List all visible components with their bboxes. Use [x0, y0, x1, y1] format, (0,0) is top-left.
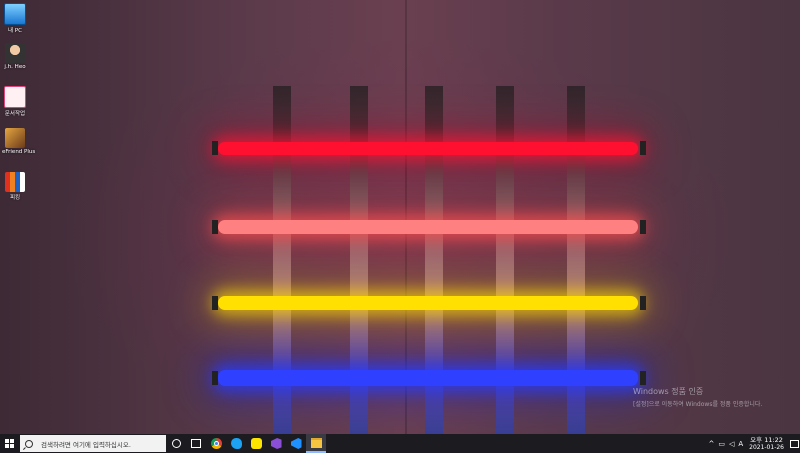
tube-bracket	[640, 141, 646, 155]
notification-icon	[789, 439, 799, 448]
action-center-button[interactable]	[788, 434, 800, 453]
speaker-icon[interactable]: ◁	[729, 440, 734, 448]
visual-studio-icon	[270, 438, 282, 449]
tube-bracket	[212, 141, 218, 155]
clock-time: 오후 11:22	[750, 435, 783, 444]
taskbar-app-visual-studio[interactable]	[266, 434, 286, 453]
desktop-wallpaper: 내 PC j.h. Heo 문서작업 eFriend Plus 피킹 Windo…	[0, 0, 800, 434]
desktop-icon-label: 문서작업	[4, 111, 26, 117]
task-view-button[interactable]	[186, 434, 206, 453]
watermark-title: Windows 정품 인증	[633, 387, 704, 396]
desktop-icon-label: 내 PC	[8, 28, 22, 34]
document-icon	[4, 86, 26, 108]
network-icon[interactable]: ▭	[718, 440, 725, 448]
neon-tube-red	[218, 142, 638, 155]
desktop-icon-label: eFriend Plus	[2, 149, 36, 155]
computer-icon	[4, 3, 26, 25]
tube-bracket	[212, 296, 218, 310]
taskbar-app-file-explorer[interactable]	[306, 434, 326, 453]
neon-tube-pink	[218, 220, 638, 234]
taskbar-app-chrome[interactable]	[206, 434, 226, 453]
chrome-icon	[210, 438, 222, 449]
taskbar-clock[interactable]: 오후 11:22 2021-01-26	[749, 436, 784, 452]
wall-corner	[405, 0, 407, 434]
folder-icon	[310, 437, 322, 448]
taskbar-app-vscode[interactable]	[286, 434, 306, 453]
kakaotalk-icon	[250, 438, 262, 449]
desktop-icon-my-pc[interactable]: 내 PC	[2, 3, 28, 34]
tube-bracket	[640, 220, 646, 234]
desktop-icon-label: 피킹	[9, 195, 21, 201]
taskbar-app-kakaotalk[interactable]	[246, 434, 266, 453]
tube-bracket	[640, 296, 646, 310]
desktop-icon-efriend[interactable]: eFriend Plus	[2, 128, 36, 155]
ime-indicator[interactable]: A	[738, 440, 743, 448]
efriend-icon	[5, 128, 25, 148]
tube-bracket	[212, 220, 218, 234]
desktop-icon-documents[interactable]: 문서작업	[2, 86, 28, 117]
cortana-icon	[171, 439, 181, 448]
user-icon	[5, 43, 25, 63]
system-tray: ^ ▭ ◁ A 오후 11:22 2021-01-26	[706, 434, 800, 453]
search-icon	[25, 439, 33, 448]
desktop-icon-picking[interactable]: 피킹	[2, 172, 28, 201]
tube-bracket	[640, 371, 646, 385]
neon-tube-yellow	[218, 296, 638, 310]
windows-logo-icon	[4, 439, 14, 448]
start-button[interactable]	[0, 434, 18, 453]
taskbar: 검색하려면 여기에 입력하십시오. ^ ▭ ◁ A 오후 11:22 2021-…	[0, 434, 800, 453]
tube-bracket	[212, 371, 218, 385]
activation-watermark: Windows 정품 인증 [설정]으로 이동하여 Windows를 정품 인증…	[633, 386, 762, 408]
bars-icon	[5, 172, 25, 192]
desktop-icon-user[interactable]: j.h. Heo	[2, 43, 28, 70]
clock-date: 2021-01-26	[749, 443, 784, 451]
taskbar-search-box[interactable]: 검색하려면 여기에 입력하십시오.	[20, 435, 166, 452]
tray-overflow-chevron-icon[interactable]: ^	[708, 440, 714, 448]
neon-tube-blue	[218, 370, 638, 386]
desktop-icon-label: j.h. Heo	[4, 64, 26, 70]
search-placeholder: 검색하려면 여기에 입력하십시오.	[41, 440, 131, 449]
vscode-icon	[290, 438, 302, 449]
watermark-subtitle: [설정]으로 이동하여 Windows를 정품 인증합니다.	[633, 401, 763, 408]
cortana-button[interactable]	[166, 434, 186, 453]
bird-icon	[230, 438, 242, 449]
task-view-icon	[191, 439, 201, 448]
taskbar-app-bird[interactable]	[226, 434, 246, 453]
